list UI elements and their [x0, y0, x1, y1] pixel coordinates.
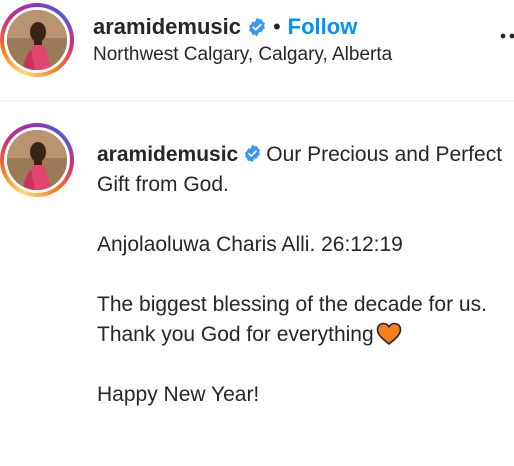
post-caption: aramidemusic Our Precious and Perfect Gif… — [97, 140, 507, 410]
avatar — [7, 10, 67, 70]
caption-line-3: The biggest blessing of the decade for u… — [97, 293, 487, 316]
caption-avatar-ring[interactable] — [0, 123, 74, 197]
post-header: aramidemusic • Follow Northwest Calgary,… — [0, 0, 514, 101]
verified-badge-icon — [249, 17, 265, 37]
separator-dot: • — [272, 14, 281, 39]
caption-username-link[interactable]: aramidemusic — [97, 143, 238, 166]
location-link[interactable]: Northwest Calgary, Calgary, Alberta — [93, 44, 392, 66]
caption-avatar — [7, 130, 67, 190]
instagram-post: aramidemusic • Follow Northwest Calgary,… — [0, 0, 514, 466]
story-ring-avatar[interactable] — [0, 3, 74, 77]
orange-heart-icon — [376, 322, 401, 345]
follow-button[interactable]: Follow — [288, 14, 358, 40]
caption-line-4: Thank you God for everything — [97, 323, 374, 346]
more-options-icon[interactable] — [500, 30, 514, 42]
username-link[interactable]: aramidemusic — [93, 14, 241, 40]
caption-line-2: Anjolaoluwa Charis Alli. 26:12:19 — [97, 233, 403, 256]
verified-badge-icon — [245, 144, 261, 163]
caption-line-5: Happy New Year! — [97, 383, 260, 406]
